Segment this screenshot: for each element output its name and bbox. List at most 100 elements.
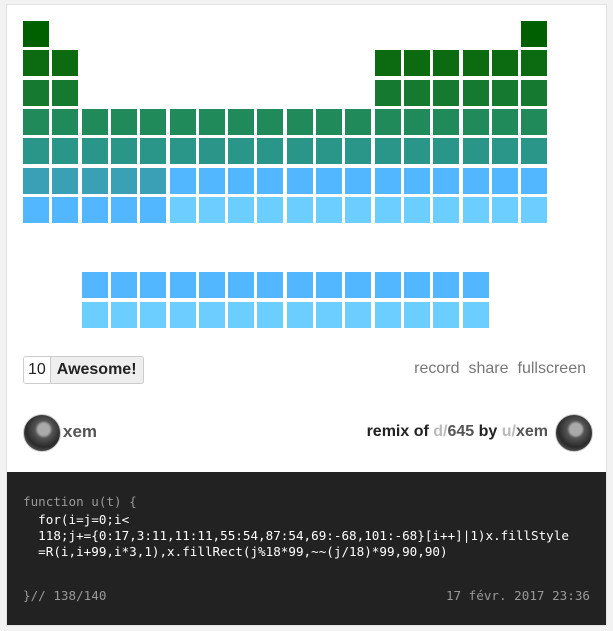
dweet-canvas[interactable]	[7, 5, 606, 341]
element-cell	[491, 108, 518, 135]
element-cell	[169, 108, 196, 135]
element-cell	[316, 301, 342, 328]
element-cell	[462, 50, 489, 77]
element-cell	[403, 50, 430, 77]
element-cell	[198, 272, 225, 299]
author-name[interactable]: xem	[63, 422, 97, 442]
element-cell	[374, 196, 401, 223]
element-cell	[521, 79, 548, 106]
element-cell	[491, 196, 518, 223]
element-cell	[23, 196, 49, 223]
action-links: record share fullscreen	[414, 360, 586, 378]
element-cell	[316, 272, 342, 299]
element-cell	[169, 167, 196, 194]
remix-prefix: remix of	[366, 423, 434, 440]
element-cell	[462, 79, 489, 106]
element-cell	[140, 196, 167, 223]
awesome-widget: 10 Awesome!	[23, 356, 144, 384]
element-cell	[433, 196, 460, 223]
element-cell	[198, 167, 225, 194]
element-cell	[169, 301, 196, 328]
element-cell	[140, 272, 167, 299]
element-cell	[462, 167, 489, 194]
element-cell	[52, 50, 79, 77]
element-cell	[110, 196, 137, 223]
element-cell	[403, 167, 430, 194]
element-cell	[110, 272, 137, 299]
element-cell	[286, 196, 313, 223]
element-cell	[198, 138, 225, 165]
code-line-1: function u(t) {	[23, 494, 137, 509]
element-cell	[403, 108, 430, 135]
code-block[interactable]: function u(t) { for(i=j=0;i< 118;j+={0:1…	[7, 472, 606, 625]
element-cell	[433, 301, 460, 328]
likes-count: 10	[24, 357, 51, 383]
element-cell	[374, 138, 401, 165]
remix-dweet-number[interactable]: 645	[447, 423, 474, 440]
element-cell	[169, 138, 196, 165]
element-cell	[198, 108, 225, 135]
remix-info: remix of d/645 by u/xem	[367, 423, 548, 441]
share-link[interactable]: share	[468, 360, 508, 378]
element-cell	[228, 196, 255, 223]
element-cell	[374, 79, 401, 106]
element-cell	[169, 272, 196, 299]
element-cell	[257, 167, 284, 194]
element-cell	[198, 301, 225, 328]
code-line-4: =R(i,i+99,i*3,1),x.fillRect(j%18*99,~~(j…	[23, 544, 448, 559]
element-cell	[52, 79, 79, 106]
element-cell	[169, 196, 196, 223]
timestamp: 17 févr. 2017 23:36	[445, 588, 590, 603]
element-cell	[433, 138, 460, 165]
element-cell	[462, 138, 489, 165]
element-cell	[81, 301, 108, 328]
remix-user[interactable]: xem	[516, 423, 548, 440]
element-cell	[286, 138, 313, 165]
element-cell	[23, 167, 49, 194]
element-cell	[140, 167, 167, 194]
element-cell	[374, 167, 401, 194]
remix-author-avatar[interactable]	[555, 414, 593, 452]
remix-dweet-prefix[interactable]: d/	[433, 423, 447, 440]
element-cell	[228, 272, 255, 299]
element-cell	[228, 108, 255, 135]
remix-user-prefix[interactable]: u/	[502, 423, 516, 440]
element-cell	[316, 196, 342, 223]
element-cell	[433, 272, 460, 299]
element-cell	[345, 272, 372, 299]
element-cell	[345, 167, 372, 194]
remix-by: by	[474, 423, 502, 440]
element-cell	[257, 272, 284, 299]
element-cell	[228, 138, 255, 165]
author-row: xem remix of d/645 by u/xem	[7, 414, 606, 452]
element-cell	[52, 138, 79, 165]
element-cell	[257, 108, 284, 135]
element-cell	[403, 196, 430, 223]
element-cell	[81, 196, 108, 223]
element-cell	[403, 138, 430, 165]
element-cell	[257, 196, 284, 223]
element-cell	[140, 138, 167, 165]
element-cell	[52, 167, 79, 194]
element-cell	[462, 272, 489, 299]
element-cell	[316, 108, 342, 135]
record-link[interactable]: record	[414, 360, 459, 378]
code-line-2: for(i=j=0;i<	[23, 512, 130, 527]
element-cell	[286, 272, 313, 299]
element-cell	[23, 50, 49, 77]
element-cell	[316, 138, 342, 165]
element-cell	[110, 301, 137, 328]
element-cell	[286, 167, 313, 194]
element-cell	[23, 79, 49, 106]
element-cell	[316, 167, 342, 194]
element-cell	[345, 196, 372, 223]
element-cell	[521, 50, 548, 77]
element-cell	[433, 79, 460, 106]
author-avatar[interactable]	[23, 414, 61, 452]
element-cell	[81, 138, 108, 165]
char-count: }// 138/140	[23, 588, 107, 603]
awesome-button[interactable]: Awesome!	[50, 357, 143, 383]
element-cell	[403, 272, 430, 299]
fullscreen-link[interactable]: fullscreen	[518, 360, 586, 378]
element-cell	[52, 108, 79, 135]
